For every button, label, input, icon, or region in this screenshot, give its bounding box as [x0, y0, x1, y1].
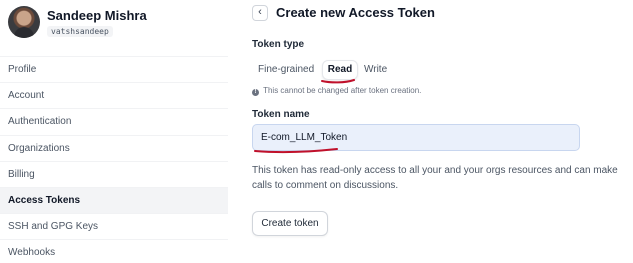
token-type-label: Token type — [252, 39, 305, 50]
tab-fine-grained[interactable]: Fine-grained — [258, 60, 314, 80]
settings-sidebar: Sandeep Mishra vatshsandeep Profile Acco… — [0, 0, 228, 263]
annotation-underline-read — [321, 79, 355, 84]
sidebar-item-authentication[interactable]: Authentication — [0, 108, 228, 134]
token-description: This token has read-only access to all y… — [252, 165, 618, 191]
create-token-button[interactable]: Create token — [252, 211, 328, 236]
info-icon: ! — [252, 89, 259, 96]
user-name: Sandeep Mishra — [47, 8, 147, 23]
settings-nav: Profile Account Authentication Organizat… — [0, 56, 228, 263]
annotation-underline-name — [254, 148, 338, 154]
sidebar-item-access-tokens[interactable]: Access Tokens — [0, 186, 228, 214]
token-name-label: Token name — [252, 109, 310, 120]
back-button[interactable]: ‹ — [252, 5, 268, 21]
page-title: Create new Access Token — [276, 5, 435, 20]
chevron-left-icon: ‹ — [258, 6, 262, 18]
sidebar-item-webhooks[interactable]: Webhooks — [0, 239, 228, 263]
sidebar-item-billing[interactable]: Billing — [0, 160, 228, 187]
sidebar-item-ssh-gpg-keys[interactable]: SSH and GPG Keys — [0, 213, 228, 239]
sidebar-item-account[interactable]: Account — [0, 82, 228, 108]
avatar — [8, 6, 40, 38]
token-type-note: ! This cannot be changed after token cre… — [252, 86, 421, 96]
token-type-note-text: This cannot be changed after token creat… — [263, 86, 422, 95]
sidebar-item-profile[interactable]: Profile — [0, 56, 228, 82]
sidebar-item-organizations[interactable]: Organizations — [0, 134, 228, 161]
user-handle: vatshsandeep — [47, 26, 113, 37]
tab-read[interactable]: Read — [322, 60, 358, 80]
tab-write[interactable]: Write — [364, 60, 387, 80]
main-panel: ‹ Create new Access Token Token type Fin… — [228, 0, 633, 263]
